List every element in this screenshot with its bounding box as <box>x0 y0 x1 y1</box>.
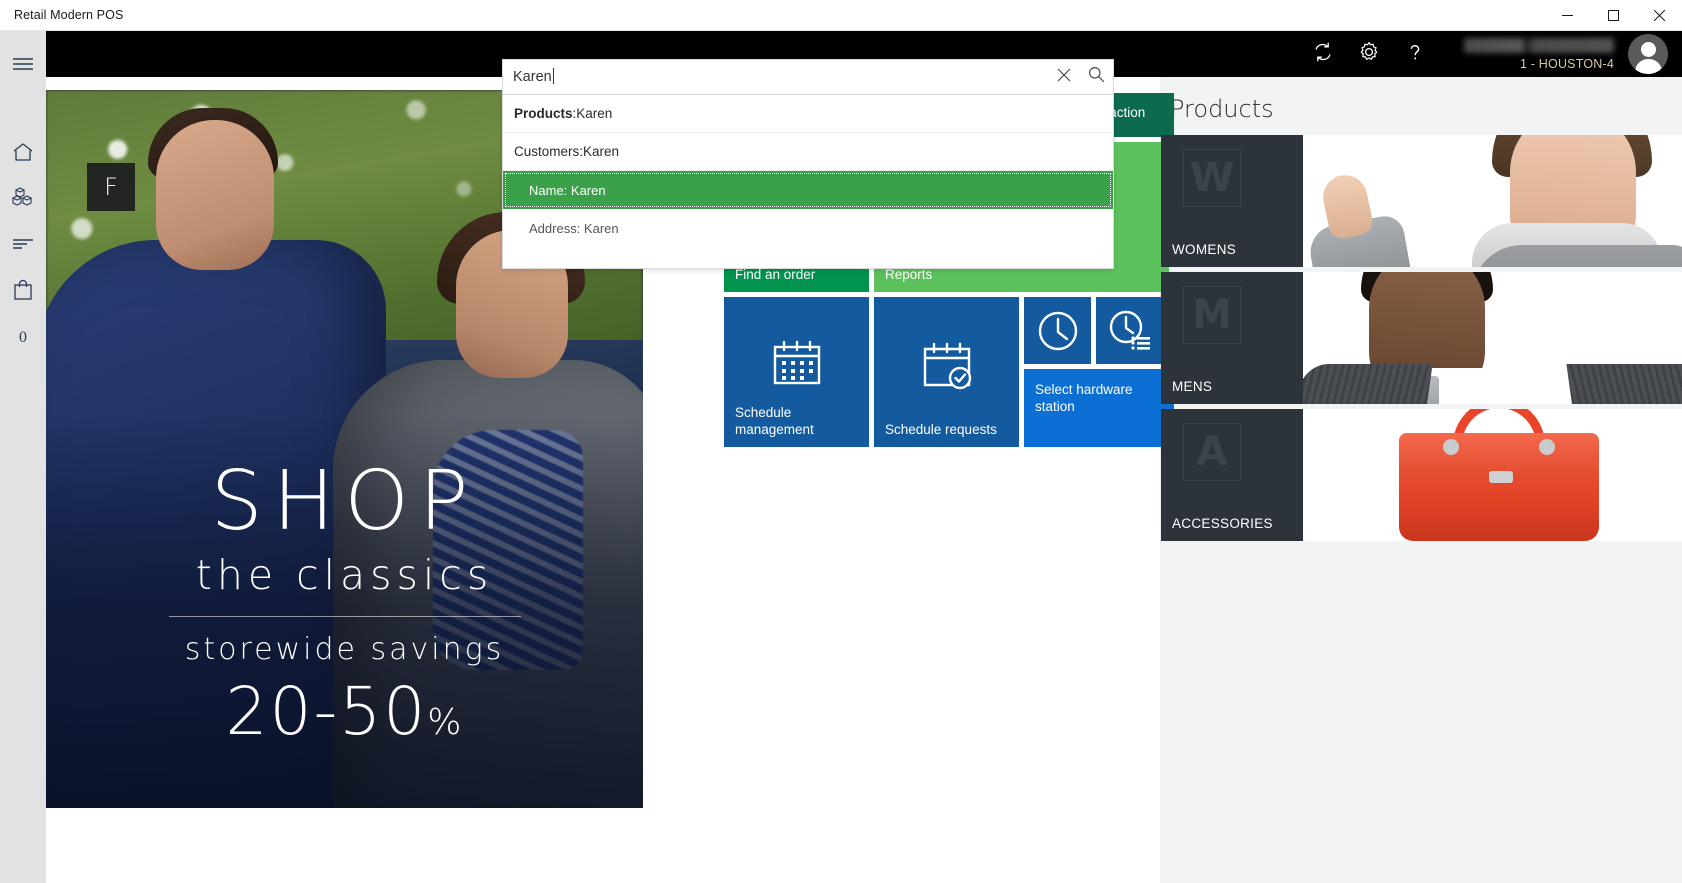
mens-photo[interactable] <box>1303 272 1682 404</box>
sync-button[interactable] <box>1300 31 1346 77</box>
banner-discount-unit: % <box>427 702 464 743</box>
suggestion-term: Address: Karen <box>529 220 619 236</box>
sidebar-item-home[interactable] <box>0 131 46 177</box>
left-navigation-rail: 0 <box>0 31 46 883</box>
suggestion-category: Customers <box>514 144 580 159</box>
help-question-icon <box>1404 41 1426 68</box>
suggestion-term: Karen <box>576 106 613 121</box>
cart-count-label: 0 <box>19 329 27 346</box>
clock-list-icon <box>1096 297 1163 364</box>
submit-search-button[interactable] <box>1080 60 1113 94</box>
product-card[interactable]: M MENS <box>1161 272 1303 404</box>
shopping-bag-icon <box>13 279 33 306</box>
gear-icon <box>1358 41 1380 68</box>
window-title: Retail Modern POS <box>14 8 124 22</box>
sidebar-item-menu[interactable] <box>0 43 46 89</box>
banner-subhead: the classics <box>195 551 494 599</box>
tile-label: Schedule management <box>735 405 814 437</box>
text-caret <box>552 68 554 84</box>
app-shell: 0 Karen Products: Karen Customers: Kar… <box>0 31 1682 883</box>
search-box[interactable]: Karen <box>502 59 1114 95</box>
sidebar-item-transactions[interactable] <box>0 223 46 269</box>
tile-group-time-hardware: Select hardware station <box>1024 297 1174 447</box>
suggestion-customers[interactable]: Customers: Karen <box>503 133 1113 171</box>
tile-label: Select hardware station <box>1035 382 1133 414</box>
tile-time-entries[interactable] <box>1096 297 1163 364</box>
avatar[interactable] <box>1628 34 1668 74</box>
settings-button[interactable] <box>1346 31 1392 77</box>
sidebar-item-products[interactable] <box>0 177 46 223</box>
suggestion-customer-address[interactable]: Address: Karen <box>503 209 1113 247</box>
products-boxes-icon <box>11 186 35 214</box>
main-area: Karen Products: Karen Customers: Karen… <box>46 31 1682 883</box>
banner-discount-value: 20-50 <box>225 673 428 750</box>
product-category-mens: M MENS <box>1161 272 1682 404</box>
user-info[interactable]: 1 - HOUSTON-4 <box>1464 37 1614 71</box>
product-category-accessories: A ACCESSORIES <box>1161 409 1682 541</box>
products-title: Products <box>1170 95 1274 123</box>
list-lines-icon <box>12 237 34 256</box>
product-card[interactable]: W WOMENS <box>1161 135 1303 267</box>
womens-photo[interactable] <box>1303 135 1682 267</box>
clock-icon <box>1024 297 1091 364</box>
sync-icon <box>1312 41 1334 68</box>
minimize-button[interactable] <box>1544 0 1590 31</box>
close-icon <box>1057 68 1071 87</box>
category-name: MENS <box>1172 379 1213 394</box>
accessories-photo[interactable] <box>1303 409 1682 541</box>
close-button[interactable] <box>1636 0 1682 31</box>
banner-copy: SHOP the classics storewide savings 20-5… <box>46 454 643 750</box>
brand-badge: F <box>87 163 135 211</box>
category-letter: M <box>1183 286 1241 344</box>
suggestion-customer-name[interactable]: Name: Karen <box>503 171 1113 209</box>
suggestion-term: Name: Karen <box>529 182 606 198</box>
tile-time-clock[interactable] <box>1024 297 1091 364</box>
clear-search-button[interactable] <box>1047 60 1080 94</box>
tile-row-clocks <box>1024 297 1174 364</box>
category-name: ACCESSORIES <box>1172 516 1273 531</box>
home-icon <box>12 142 34 167</box>
help-button[interactable] <box>1392 31 1438 77</box>
sidebar-item-cart[interactable] <box>0 269 46 315</box>
category-letter: A <box>1183 423 1241 481</box>
banner-headline: SHOP <box>210 454 479 550</box>
category-letter: W <box>1183 149 1241 207</box>
search-input[interactable]: Karen <box>503 60 1047 94</box>
banner-divider <box>168 616 521 617</box>
suggestion-category: Products <box>514 106 573 121</box>
suggestion-products[interactable]: Products: Karen <box>503 95 1113 133</box>
product-card[interactable]: A ACCESSORIES <box>1161 409 1303 541</box>
user-name-masked <box>1464 37 1614 53</box>
store-label: 1 - HOUSTON-4 <box>1519 56 1614 71</box>
maximize-button[interactable] <box>1590 0 1636 31</box>
tile-row-schedule: Schedule management Schedule requests Se… <box>724 297 1174 447</box>
tile-select-hardware-station[interactable]: Select hardware station <box>1024 369 1174 447</box>
tile-label: Schedule requests <box>885 422 997 437</box>
tile-schedule-requests[interactable]: Schedule requests <box>874 297 1019 447</box>
suggestion-term: Karen <box>583 144 620 159</box>
app-header: Karen Products: Karen Customers: Karen… <box>46 31 1682 269</box>
hamburger-icon <box>12 56 34 77</box>
search-input-value: Karen <box>513 69 552 85</box>
tile-schedule-management[interactable]: Schedule management <box>724 297 869 447</box>
window-controls <box>1544 0 1682 31</box>
category-name: WOMENS <box>1172 242 1237 257</box>
title-bar: Retail Modern POS <box>0 0 1682 31</box>
product-category-womens: W WOMENS <box>1161 135 1682 267</box>
banner-tagline: storewide savings <box>184 632 505 667</box>
sidebar-item-cart-count[interactable]: 0 <box>0 315 46 361</box>
products-panel: Products W WOMENS M MENS A ACCESSORIES <box>1160 77 1682 883</box>
search-icon <box>1088 66 1105 88</box>
banner-discount: 20-50% <box>46 673 643 750</box>
search-suggestions: Products: Karen Customers: Karen Name: K… <box>502 95 1114 269</box>
header-actions: 1 - HOUSTON-4 <box>1300 31 1682 77</box>
